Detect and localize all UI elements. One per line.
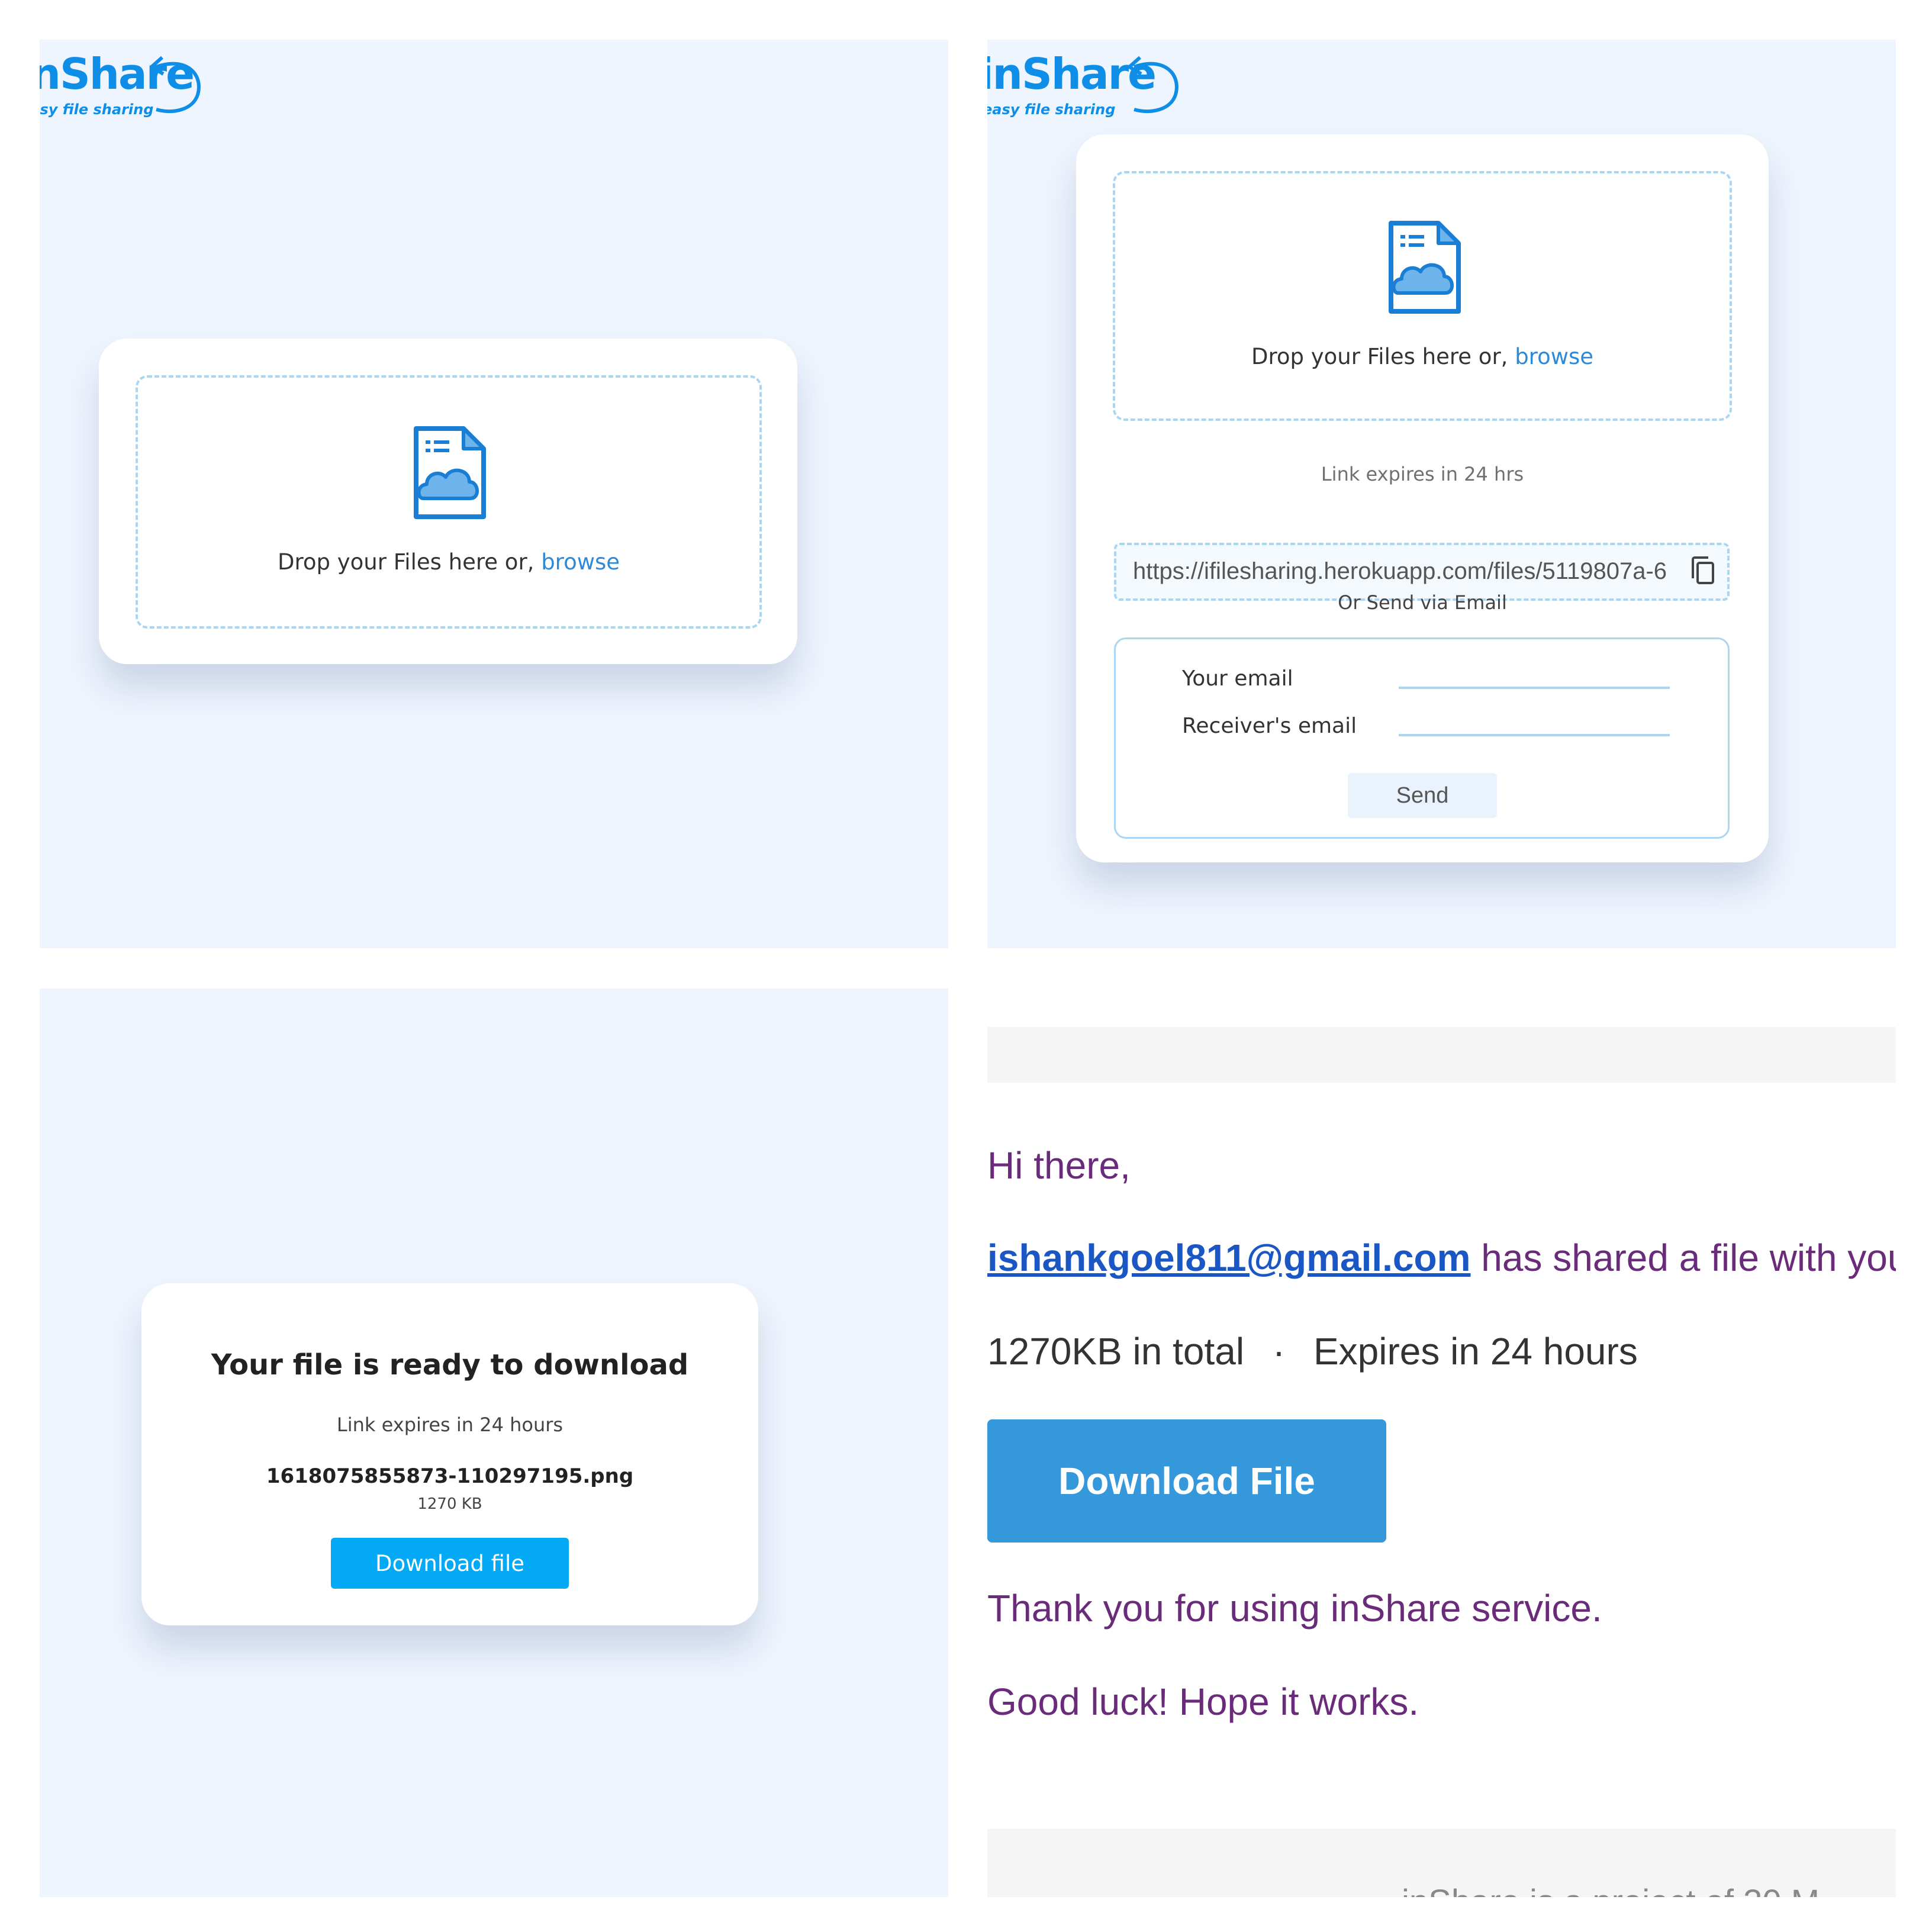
download-expiry-text: Link expires in 24 hours <box>336 1413 564 1436</box>
browse-link[interactable]: browse <box>1515 344 1593 369</box>
email-footer-bar: inShare is a project of 30 M <box>987 1829 1896 1897</box>
share-url-input[interactable] <box>1133 555 1677 588</box>
email-thanks: Thank you for using inShare service. <box>987 1587 1602 1630</box>
inshare-logo: inShare easy file sharing <box>987 50 1178 139</box>
email-form: Your email Receiver's email Send <box>1114 637 1730 839</box>
upload-screen: inShare easy file sharing Drop your File… <box>40 40 948 948</box>
file-cloud-icon <box>1389 221 1461 314</box>
email-header-bar <box>987 1027 1896 1083</box>
drop-zone[interactable]: Drop your Files here or, browse <box>136 375 762 629</box>
drop-zone[interactable]: Drop your Files here or, browse <box>1113 171 1732 421</box>
download-screen: Your file is ready to download Link expi… <box>40 988 948 1897</box>
email-expiry: Expires in 24 hours <box>1313 1330 1638 1373</box>
inshare-logo: inShare easy file sharing <box>40 50 201 139</box>
share-screen: inShare easy file sharing Drop your File… <box>987 40 1896 948</box>
email-good-luck: Good luck! Hope it works. <box>987 1680 1419 1723</box>
email-share-line: ishankgoel811@gmail.com has shared a fil… <box>987 1236 1896 1280</box>
share-card: Drop your Files here or, browse Link exp… <box>1076 134 1769 862</box>
email-greeting: Hi there, <box>987 1144 1131 1187</box>
sender-email-link[interactable]: ishankgoel811@gmail.com <box>987 1237 1471 1279</box>
drop-instructions: Drop your Files here or, browse <box>138 549 759 575</box>
email-download-button[interactable]: Download File <box>987 1419 1386 1543</box>
download-title: Your file is ready to download <box>211 1348 689 1382</box>
send-button[interactable]: Send <box>1348 773 1497 818</box>
download-file-button[interactable]: Download file <box>331 1538 569 1589</box>
your-email-field[interactable] <box>1399 657 1670 689</box>
receiver-email-label: Receiver's email <box>1182 714 1357 738</box>
logo-tagline: easy file sharing <box>40 101 154 118</box>
send-via-email-text: Or Send via Email <box>1338 591 1507 614</box>
total-size: 1270KB in total <box>987 1330 1245 1373</box>
shared-text: has shared a file with you <box>1470 1237 1896 1279</box>
meta-separator: · <box>1272 1330 1286 1373</box>
upload-card: Drop your Files here or, browse <box>99 339 797 664</box>
file-name: 1618075855873-110297195.png <box>266 1464 634 1488</box>
download-card: Your file is ready to download Link expi… <box>141 1283 758 1625</box>
copy-icon[interactable] <box>1690 556 1715 585</box>
your-email-label: Your email <box>1182 666 1293 691</box>
drop-instructions: Drop your Files here or, browse <box>1115 344 1730 369</box>
drop-text: Drop your Files here or, <box>1251 344 1515 369</box>
link-expiry-text: Link expires in 24 hrs <box>1321 463 1524 485</box>
browse-link[interactable]: browse <box>541 549 620 575</box>
logo-tagline: easy file sharing <box>987 101 1116 118</box>
file-cloud-icon <box>414 426 486 519</box>
drop-text: Drop your Files here or, <box>277 549 542 575</box>
email-screen: Hi there, ishankgoel811@gmail.com has sh… <box>987 988 1896 1897</box>
email-file-meta: 1270KB in total · Expires in 24 hours <box>987 1329 1638 1373</box>
receiver-email-field[interactable] <box>1399 704 1670 736</box>
email-footer-text: inShare is a project of 30 M <box>1402 1882 1820 1897</box>
logo-swoosh-icon <box>150 56 201 113</box>
logo-swoosh-icon <box>1128 56 1178 113</box>
file-size: 1270 KB <box>417 1495 482 1513</box>
